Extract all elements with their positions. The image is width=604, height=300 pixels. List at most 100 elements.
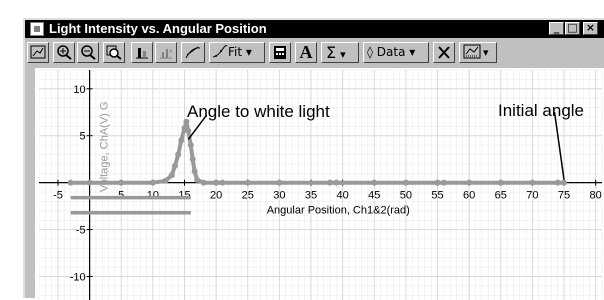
data-point (86, 179, 93, 186)
x-axis-label: Angular Position, Ch1&2(rad) (267, 205, 410, 217)
interpolate-icon: x (160, 48, 173, 59)
data-point (172, 162, 179, 169)
x-tick-label: 30 (273, 190, 285, 202)
delete-button[interactable] (433, 42, 455, 63)
calculator-button[interactable] (269, 42, 291, 63)
data-point (189, 156, 196, 163)
data-point (200, 179, 207, 186)
x-tick-label: 5 (118, 190, 124, 202)
y-tick-label: 5 (79, 131, 85, 143)
title-bar[interactable]: Light Intensity vs. Angular Position _ □… (25, 20, 604, 38)
data-label: Data (376, 45, 406, 59)
interpolate-button[interactable]: x (155, 42, 177, 63)
text-annotation-button[interactable]: A (295, 42, 317, 63)
data-point (149, 179, 156, 186)
y-tick-label: -10 (70, 272, 86, 284)
data-point (168, 172, 175, 179)
calculator-icon (274, 46, 286, 59)
minimize-button[interactable]: _ (549, 22, 564, 35)
graph-area[interactable]: -5 5 10 15 20 25 30 35 40 45 50 55 60 65 70 75 80 10 5 -5 -1… (35, 68, 604, 300)
graph-layout-dropdown[interactable]: ▾ (459, 42, 497, 63)
data-point (219, 179, 226, 186)
x-tick-label: 55 (431, 190, 443, 202)
x-tick-label: 75 (558, 190, 570, 202)
data-point (440, 179, 447, 186)
data-point (402, 179, 409, 186)
data-point (191, 168, 198, 175)
y-tick-label: 10 (73, 84, 85, 96)
arrow-initial-angle (553, 112, 565, 180)
data-point (187, 142, 194, 149)
chevron-down-icon: ▾ (409, 45, 416, 59)
zoom-in-button[interactable] (53, 42, 75, 63)
data-point (554, 179, 561, 186)
autoscale-button[interactable] (103, 42, 125, 63)
tangent-button[interactable] (181, 42, 205, 63)
x-tick-label: 15 (178, 190, 190, 202)
fit-curve-icon (212, 45, 228, 58)
annotation-white-light: Angle to white light (187, 102, 330, 121)
x-tick-label: 50 (400, 190, 412, 202)
zoom-out-icon (81, 45, 96, 60)
annotation-arrows (187, 112, 565, 180)
close-button[interactable]: × (583, 22, 598, 35)
toolbar: x Fit ▾ A Σ ▾ ◊ Data ▾ ▾ (25, 39, 604, 66)
chevron-down-icon: ▾ (340, 48, 346, 61)
sigma-icon: Σ (326, 43, 337, 62)
y-axis-label: Voltage, ChA(V) G (99, 102, 111, 193)
graph-options-button[interactable] (27, 42, 49, 63)
autoscale-icon (106, 45, 122, 60)
graph-window: Light Intensity vs. Angular Position _ □… (23, 18, 604, 300)
fit-label: Fit (228, 45, 243, 59)
window-title: Light Intensity vs. Angular Position (49, 21, 267, 36)
examine-button[interactable] (131, 42, 153, 63)
data-point (326, 179, 333, 186)
data-drop-icon: ◊ (367, 45, 373, 59)
app-icon[interactable] (30, 22, 44, 36)
data-dropdown[interactable]: ◊ Data ▾ (363, 42, 429, 63)
x-tick-label: 45 (368, 190, 380, 202)
data-point (178, 137, 185, 144)
y-tick-label: -5 (76, 225, 86, 237)
data-point (371, 179, 378, 186)
data-point (213, 179, 220, 186)
data-point (175, 151, 182, 158)
zoom-in-icon (57, 45, 72, 60)
fit-dropdown[interactable]: Fit ▾ (209, 42, 265, 63)
data-point (244, 179, 251, 186)
x-tick-label: 10 (147, 190, 159, 202)
statistics-dropdown[interactable]: Σ ▾ (321, 42, 359, 63)
data-point (185, 128, 192, 135)
tangent-icon (185, 46, 201, 59)
data-point (561, 179, 568, 186)
x-tick-label: 40 (337, 190, 349, 202)
data-point (497, 179, 504, 186)
x-tick-label: 60 (463, 190, 475, 202)
data-point (333, 179, 340, 186)
graph-layout-icon (463, 44, 481, 59)
annotation-initial-angle: Initial angle (498, 101, 585, 120)
x-tick-label: 70 (526, 190, 538, 202)
x-tick-label: -5 (53, 190, 63, 202)
graph-options-icon (30, 45, 46, 59)
data-point (194, 176, 201, 183)
chevron-down-icon: ▾ (245, 45, 252, 59)
x-tick-label: 20 (210, 190, 222, 202)
text-a-icon: A (299, 42, 313, 62)
data-point (466, 179, 473, 186)
x-tick-label: 65 (495, 190, 507, 202)
data-point (276, 179, 283, 186)
bar-graph-icon (136, 48, 148, 59)
x-tick-label: 80 (590, 190, 602, 202)
zoom-out-button[interactable] (77, 42, 99, 63)
data-point (434, 179, 441, 186)
data-point (118, 179, 125, 186)
maximize-button[interactable]: □ (565, 22, 580, 35)
data-point (67, 179, 74, 186)
x-tick-label: 35 (305, 190, 317, 202)
svg-text:x: x (169, 48, 173, 55)
delete-x-icon (438, 46, 450, 59)
x-tick-label: 25 (242, 190, 254, 202)
data-point (162, 177, 169, 184)
data-point (529, 179, 536, 186)
